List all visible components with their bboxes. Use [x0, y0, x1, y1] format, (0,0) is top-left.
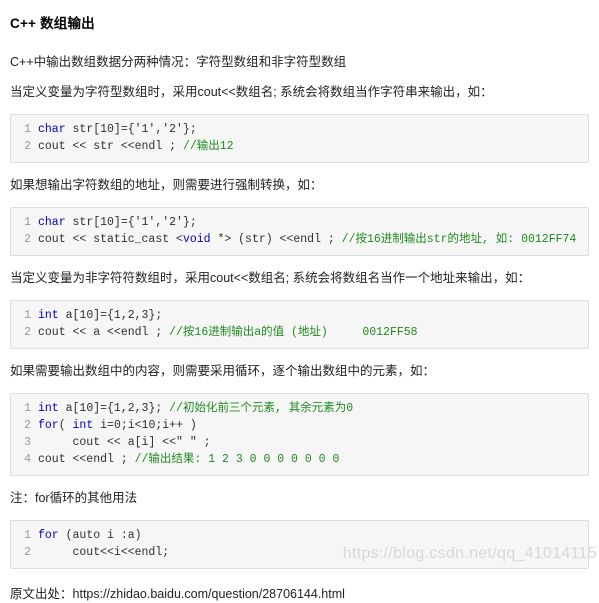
code-line-number: 1	[24, 309, 31, 322]
code-line-number: 2	[24, 326, 31, 339]
source-footer: 原文出处：https://zhidao.baidu.com/question/2…	[0, 583, 599, 603]
code-line: 2 cout << str <<endl ; //输出12	[15, 138, 584, 155]
code-text: str[10]={'1','2'};	[65, 123, 197, 136]
code-keyword: char	[38, 216, 66, 229]
code-line-number: 1	[24, 402, 31, 415]
code-line: 3 cout << a[i] <<" " ;	[15, 434, 584, 451]
paragraph-nonchar-array: 当定义变量为非字符符数组时，采用cout<<数组名; 系统会将数组名当作一个地址…	[10, 271, 531, 285]
code-text: a[10]={1,2,3};	[58, 309, 163, 322]
code-comment: //按16进制输出str的地址, 如: 0012FF74	[341, 233, 577, 246]
code-keyword: int	[72, 419, 94, 432]
code-text: cout<<i<<endl;	[38, 546, 170, 559]
code-block-3[interactable]: 1 int a[10]={1,2,3}; 2 cout << a <<endl ; /…	[10, 300, 589, 349]
paragraph-intro: C++中输出数组数据分两种情况：字符型数组和非字符型数组	[10, 55, 347, 69]
code-text: i=0;i<10;i++ )	[93, 419, 197, 432]
code-line: 1 char str[10]={'1','2'};	[15, 121, 584, 138]
code-line-number: 2	[24, 419, 31, 432]
code-line: 4 cout <<endl ; //输出结果: 1 2 3 0 0 0 0 0 0…	[15, 451, 584, 468]
code-line: 2 cout<<i<<endl;	[15, 544, 584, 561]
paragraph-loop-output: 如果需要输出数组中的内容，则需要采用循环，逐个输出数组中的元素，如：	[10, 364, 436, 378]
code-line-number: 2	[24, 233, 31, 246]
code-text: (	[58, 419, 73, 432]
code-line-number: 1	[24, 529, 31, 542]
code-line: 1 int a[10]={1,2,3}; //初始化前三个元素, 其余元素为0	[15, 400, 584, 417]
code-text: cout << a <<endl ;	[38, 326, 170, 339]
code-comment: //按16进制输出a的值 (地址) 0012FF58	[169, 326, 418, 339]
code-line: 2 cout << static_cast <void *> (str) <<en…	[15, 231, 584, 248]
code-text: cout << static_cast <	[38, 233, 183, 246]
code-text: str[10]={'1','2'};	[65, 216, 197, 229]
code-line-number: 4	[24, 453, 31, 466]
paragraph-for-note: 注：for循环的其他用法	[10, 491, 138, 505]
code-line: 2 cout << a <<endl ; //按16进制输出a的值 (地址) 00…	[15, 324, 584, 341]
code-line-number: 2	[24, 140, 31, 153]
code-line-number: 1	[24, 123, 31, 136]
code-text: a[10]={1,2,3};	[58, 402, 170, 415]
code-block-2[interactable]: 1 char str[10]={'1','2'}; 2 cout << static_…	[10, 207, 589, 256]
code-line-number: 2	[24, 546, 31, 559]
code-text: cout << str <<endl ;	[38, 140, 183, 153]
source-label: 原文出处：	[10, 587, 73, 601]
code-keyword: int	[38, 309, 59, 322]
paragraph-char-array: 当定义变量为字符型数组时，采用cout<<数组名; 系统会将数组当作字符串来输出…	[10, 85, 493, 99]
code-text: (auto i :a)	[58, 529, 142, 542]
code-comment: //输出12	[182, 140, 234, 153]
code-keyword: void	[182, 233, 211, 246]
code-keyword: char	[38, 123, 66, 136]
code-line-number: 3	[24, 436, 31, 449]
code-block-5[interactable]: 1 for (auto i :a) 2 cout<<i<<endl;	[10, 520, 589, 569]
code-comment: //输出结果: 1 2 3 0 0 0 0 0 0 0	[134, 453, 340, 466]
source-url[interactable]: https://zhidao.baidu.com/question/287061…	[73, 587, 345, 601]
code-block-1[interactable]: 1 char str[10]={'1','2'}; 2 cout << str <<e…	[10, 114, 589, 163]
code-text: cout <<endl ;	[38, 453, 135, 466]
page-title: C++ 数组输出	[10, 16, 95, 31]
code-keyword: for	[38, 529, 59, 542]
code-block-4[interactable]: 1 int a[10]={1,2,3}; //初始化前三个元素, 其余元素为0 2 f…	[10, 393, 589, 476]
code-line: 1 char str[10]={'1','2'};	[15, 214, 584, 231]
article-body: C++ 数组输出 C++中输出数组数据分两种情况：字符型数组和非字符型数组 当定…	[0, 0, 599, 569]
code-comment: //初始化前三个元素, 其余元素为0	[169, 402, 354, 415]
code-line: 1 for (auto i :a)	[15, 527, 584, 544]
code-line: 2 for( int i=0;i<10;i++ )	[15, 417, 584, 434]
paragraph-cast-address: 如果想输出字符数组的地址，则需要进行强制转换，如：	[10, 178, 323, 192]
code-line: 1 int a[10]={1,2,3};	[15, 307, 584, 324]
code-line-number: 1	[24, 216, 31, 229]
code-text: cout << a[i] <<" " ;	[38, 436, 211, 449]
code-text: *> (str) <<endl ;	[210, 233, 342, 246]
code-keyword: for	[38, 419, 59, 432]
code-keyword: int	[38, 402, 59, 415]
